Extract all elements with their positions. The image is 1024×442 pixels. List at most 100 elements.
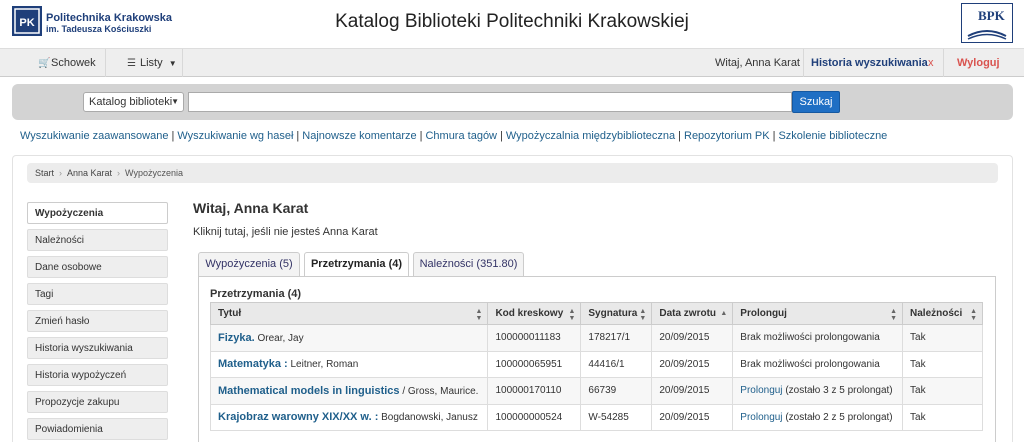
- navbar-divider: [182, 49, 183, 77]
- table-row: Krajobraz warowny XIX/XX w. : Bogdanowsk…: [209, 403, 983, 431]
- sidebar-item-change-password[interactable]: Zmień hasło: [27, 310, 168, 332]
- sidebar-item-loans[interactable]: Wypożyczenia: [27, 202, 168, 224]
- overdue-tab-panel: Przetrzymania (4) Tytuł ▲ ▼ Kod kreskowy ▲ ▼…: [198, 276, 996, 442]
- search-scope-value: Katalog biblioteki: [89, 96, 173, 108]
- clipboard-button[interactable]: 🛒Schowek: [38, 49, 96, 77]
- sidebar-item-search-history[interactable]: Historia wyszukiwania: [27, 337, 168, 359]
- bpk-logo-text: BPK: [978, 8, 1005, 23]
- item-title-link[interactable]: Krajobraz warowny XIX/XX w. :: [218, 411, 378, 423]
- table-row: Fizyka. Orear, Jay 100000011183 178217/1…: [209, 324, 983, 352]
- overdue-table: Tytuł ▲ ▼ Kod kreskowy ▲ ▼ Sygnatura ▲ ▼ Data …: [209, 302, 983, 431]
- column-header-title[interactable]: Tytuł ▲ ▼: [209, 302, 489, 325]
- greeting-heading: Witaj, Anna Karat: [193, 200, 309, 216]
- table-row: Matematyka : Leitner, Roman 100000065951…: [209, 350, 983, 378]
- breadcrumb-separator-icon: ›: [117, 168, 121, 178]
- sidebar-item-loan-history[interactable]: Historia wypożyczeń: [27, 364, 168, 386]
- renew-status: (zostało 3 z 5 prolongat): [785, 385, 893, 397]
- cell-title: Mathematical models in linguistics / Gro…: [209, 377, 489, 405]
- search-button[interactable]: Szukaj: [792, 91, 840, 113]
- cart-icon: 🛒: [38, 58, 51, 69]
- logout-link[interactable]: Wyloguj: [957, 49, 1000, 77]
- search-scope-select[interactable]: Katalog biblioteki ▼: [83, 92, 184, 112]
- sort-icon: ▲ ▼: [970, 308, 977, 322]
- link-browse-headings[interactable]: Wyszukiwanie wg haseł: [177, 130, 293, 142]
- cell-due-date: 20/09/2015: [651, 324, 734, 352]
- cell-due-date: 20/09/2015: [651, 403, 734, 431]
- renew-status: Brak możliwości prolongowania: [740, 358, 880, 370]
- link-interlibrary-loan[interactable]: Wypożyczalnia międzybiblioteczna: [506, 130, 675, 142]
- link-latest-comments[interactable]: Najnowsze komentarze: [302, 130, 416, 142]
- item-author: Bogdanowski, Janusz: [381, 412, 478, 424]
- tab-fees[interactable]: Należności (351.80): [413, 252, 524, 277]
- cell-due-date: 20/09/2015: [651, 350, 734, 378]
- renew-link[interactable]: Prolonguj: [740, 412, 782, 423]
- chevron-down-icon: ▼: [168, 59, 177, 68]
- search-history-close-button[interactable]: x: [928, 49, 934, 77]
- sidebar-item-profile[interactable]: Dane osobowe: [27, 256, 168, 278]
- sidebar-item-tags[interactable]: Tagi: [27, 283, 168, 305]
- sidebar-item-purchase-suggestions[interactable]: Propozycje zakupu: [27, 391, 168, 413]
- table-header-row: Tytuł ▲ ▼ Kod kreskowy ▲ ▼ Sygnatura ▲ ▼ Data …: [209, 302, 983, 325]
- tab-overdue[interactable]: Przetrzymania (4): [304, 252, 409, 277]
- breadcrumb-separator-icon: ›: [59, 168, 63, 178]
- renew-link[interactable]: Prolonguj: [740, 385, 782, 396]
- lists-dropdown[interactable]: ☰ Listy ▼: [127, 49, 177, 77]
- sort-icon: ▲ ▼: [890, 308, 898, 322]
- column-header-due-date[interactable]: Data zwrotu ▲: [651, 302, 734, 325]
- sidebar-item-notifications[interactable]: Powiadomienia: [27, 418, 168, 440]
- cell-renew: Prolonguj (zostało 3 z 5 prolongat): [732, 377, 904, 405]
- cell-signature: 66739: [580, 377, 653, 405]
- list-icon: ☰: [127, 58, 136, 69]
- cell-renew: Brak możliwości prolongowania: [732, 350, 904, 378]
- cell-signature: 178217/1: [580, 324, 653, 352]
- lists-label: Listy: [140, 57, 163, 69]
- link-library-training[interactable]: Szkolenie biblioteczne: [778, 130, 887, 142]
- breadcrumb-start[interactable]: Start: [35, 168, 54, 178]
- sidebar-item-fees[interactable]: Należności: [27, 229, 168, 251]
- account-sidebar: Wypożyczenia Należności Dane osobowe Tag…: [27, 202, 168, 442]
- column-header-barcode[interactable]: Kod kreskowy ▲ ▼: [487, 302, 582, 325]
- not-me-link[interactable]: Kliknij tutaj, jeśli nie jesteś Anna Kar…: [193, 226, 378, 238]
- breadcrumb-current: Wypożyczenia: [125, 168, 183, 178]
- sort-ascending-icon: ▲: [720, 310, 728, 317]
- link-tag-cloud[interactable]: Chmura tagów: [425, 130, 497, 142]
- link-repository[interactable]: Repozytorium PK: [684, 130, 770, 142]
- search-bar: Katalog biblioteki ▼ Szukaj: [12, 84, 1013, 120]
- breadcrumb: Start › Anna Karat › Wypożyczenia: [27, 163, 998, 183]
- cell-fees: Tak: [902, 350, 983, 378]
- cell-due-date: 20/09/2015: [651, 377, 734, 405]
- overdue-title: Przetrzymania (4): [210, 288, 302, 300]
- site-header: PK Politechnika Krakowska im. Tadeusza K…: [0, 0, 1024, 48]
- chevron-down-icon: ▼: [171, 97, 179, 106]
- renew-status: (zostało 2 z 5 prolongat): [785, 411, 893, 423]
- item-title-link[interactable]: Mathematical models in linguistics: [218, 385, 400, 397]
- cell-title: Matematyka : Leitner, Roman: [209, 350, 489, 378]
- item-author: Orear, Jay: [257, 332, 304, 344]
- renew-status: Brak możliwości prolongowania: [740, 332, 880, 344]
- item-author: / Gross, Maurice.: [402, 385, 479, 397]
- cell-renew: Prolonguj (zostało 2 z 5 prolongat): [732, 403, 904, 431]
- cell-title: Fizyka. Orear, Jay: [209, 324, 489, 352]
- link-advanced-search[interactable]: Wyszukiwanie zaawansowane: [20, 130, 168, 142]
- clipboard-label: Schowek: [51, 57, 96, 69]
- navbar-divider: [943, 49, 944, 77]
- search-input[interactable]: [188, 92, 792, 112]
- navbar-divider: [105, 49, 106, 77]
- cell-fees: Tak: [902, 324, 983, 352]
- cell-signature: W-54285: [580, 403, 653, 431]
- bpk-logo[interactable]: BPK: [961, 3, 1013, 43]
- item-title-link[interactable]: Matematyka :: [218, 358, 288, 370]
- user-welcome[interactable]: Witaj, Anna Karat: [715, 49, 800, 77]
- sort-icon: ▲ ▼: [568, 308, 576, 322]
- column-header-signature[interactable]: Sygnatura ▲ ▼: [580, 302, 653, 325]
- column-header-fees[interactable]: Należności ▲ ▼: [902, 302, 983, 325]
- tab-loans[interactable]: Wypożyczenia (5): [198, 252, 300, 277]
- search-history-link[interactable]: Historia wyszukiwania: [811, 49, 928, 77]
- top-navbar: 🛒Schowek ☰ Listy ▼ Witaj, Anna Karat Hist…: [0, 48, 1024, 77]
- quick-links: Wyszukiwanie zaawansowane | Wyszukiwanie w…: [20, 130, 888, 142]
- cell-barcode: 100000000524: [487, 403, 582, 431]
- item-title-link[interactable]: Fizyka.: [218, 332, 255, 344]
- column-header-renew[interactable]: Prolonguj ▲ ▼: [732, 302, 904, 325]
- breadcrumb-user[interactable]: Anna Karat: [67, 168, 112, 178]
- cell-barcode: 100000011183: [487, 324, 582, 352]
